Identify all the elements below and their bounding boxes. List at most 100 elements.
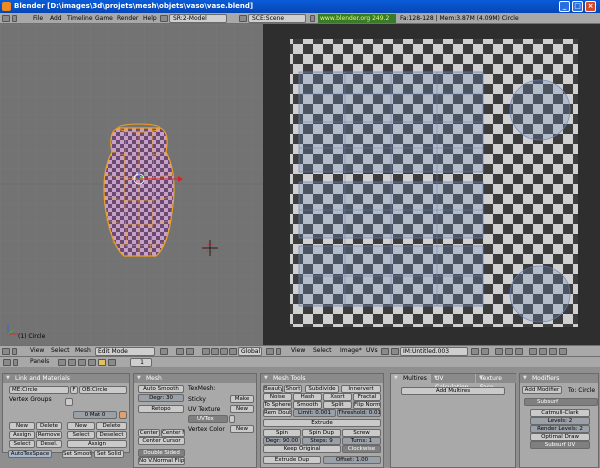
to-sphere-button[interactable]: To Sphere	[263, 401, 292, 409]
subsurf-uv-toggle[interactable]: Subsurf UV	[530, 441, 590, 449]
hash-button[interactable]: Hash	[293, 393, 322, 401]
short-toggle[interactable]: Short	[284, 385, 302, 393]
subsurf-modifier-header[interactable]: Subsurf	[524, 398, 598, 406]
draw-type-icon[interactable]	[160, 348, 168, 355]
material-delete-button[interactable]: Delete	[96, 422, 127, 430]
uvtex-layer[interactable]: UVTex	[188, 415, 228, 423]
rem-double-button[interactable]: Rem Double	[263, 409, 292, 417]
screen-selector[interactable]: SR:2-Model	[169, 14, 227, 23]
vgroup-assign-button[interactable]: Assign	[9, 431, 35, 439]
scene-selector[interactable]: SCE:Scene	[248, 14, 306, 23]
xsort-button[interactable]: Xsort	[323, 393, 352, 401]
extrude-dup-button[interactable]: Extrude Dup	[263, 456, 321, 464]
uv-texture-new-button[interactable]: New	[230, 405, 254, 413]
menu-timeline[interactable]: Timeline	[67, 13, 93, 24]
subdivision-type-selector[interactable]: Catmull-Clark	[530, 409, 590, 417]
optimal-draw-toggle[interactable]: Optimal Draw	[530, 433, 590, 441]
steps-field[interactable]: Steps: 9	[302, 437, 341, 445]
spin-button[interactable]: Spin	[263, 429, 301, 437]
threshold-field[interactable]: Threshold: 0.010	[337, 409, 381, 417]
image-browse-icon[interactable]	[391, 348, 399, 355]
pivot-icon[interactable]	[176, 348, 184, 355]
vgroup-remove-button[interactable]: Remove	[36, 431, 62, 439]
snap-icon[interactable]	[539, 348, 547, 355]
spin-degr-field[interactable]: Degr: 90.00	[263, 437, 301, 445]
set-solid-button[interactable]: Set Solid	[94, 450, 124, 458]
3d-menu-select[interactable]: Select	[51, 346, 70, 356]
mesh-name-field[interactable]: ME:Circle	[9, 386, 69, 394]
uv-image-editor[interactable]	[263, 24, 600, 345]
image-close-icon[interactable]	[471, 348, 479, 355]
autotexspace-toggle[interactable]: AutoTexSpace	[8, 450, 52, 458]
flip-normals-button[interactable]: Flip Normals	[353, 401, 381, 409]
rotate-icon[interactable]	[220, 348, 228, 355]
uv-menu-view[interactable]: View	[291, 346, 305, 356]
uv-menu-select[interactable]: Select	[313, 346, 332, 356]
material-select-button[interactable]: Select	[67, 431, 95, 439]
scene-context-icon[interactable]	[108, 359, 116, 366]
add-modifier-button[interactable]: Add Modifier	[522, 386, 562, 394]
shading-context-icon[interactable]	[78, 359, 86, 366]
double-sided-toggle[interactable]: Double Sided	[138, 449, 185, 457]
editing-context-icon[interactable]	[98, 359, 106, 366]
3d-menu-view[interactable]: View	[30, 346, 44, 356]
maximize-button[interactable]: □	[572, 1, 583, 12]
uv-header-collapse-icon[interactable]	[276, 348, 281, 355]
editor-type-3d-icon[interactable]	[2, 348, 10, 355]
uv-calculation-tab[interactable]: UV Calculation	[431, 374, 475, 391]
material-color-swatch[interactable]	[119, 411, 127, 419]
buttons-collapse-icon[interactable]	[13, 359, 18, 366]
noise-button[interactable]: Noise	[263, 393, 292, 401]
sticky-make-button[interactable]: Make	[230, 395, 254, 403]
material-assign-button[interactable]: Assign	[67, 440, 127, 448]
extrude-button[interactable]: Extrude	[263, 419, 381, 427]
proportional-icon[interactable]	[549, 348, 557, 355]
auto-smooth-toggle[interactable]: Auto Smooth	[138, 385, 184, 393]
material-new-button[interactable]: New	[67, 422, 95, 430]
innervert-button[interactable]: Innervert	[341, 385, 381, 393]
editor-type-buttons-icon[interactable]	[3, 359, 11, 366]
object-context-icon[interactable]	[88, 359, 96, 366]
split-button[interactable]: Split	[323, 401, 352, 409]
spin-dup-button[interactable]: Spin Dup	[302, 429, 341, 437]
scene-browse-icon[interactable]	[239, 15, 247, 22]
collapse-menu-icon[interactable]	[12, 15, 17, 22]
retopo-toggle[interactable]: Retopo	[138, 405, 184, 413]
clockwise-toggle[interactable]: Clockwise	[342, 445, 381, 453]
menu-render[interactable]: Render	[117, 13, 138, 24]
object-name-field[interactable]: OB:Circle	[79, 386, 127, 394]
texture-face-tab[interactable]: Texture Face	[476, 374, 516, 391]
fake-user-toggle[interactable]: F	[70, 386, 78, 394]
uv-menu-image[interactable]: Image*	[340, 346, 362, 356]
turns-field[interactable]: Turns: 1	[342, 437, 381, 445]
add-multires-button[interactable]: Add Multires	[401, 387, 505, 395]
draw-alpha-icon[interactable]	[505, 348, 513, 355]
3d-viewport[interactable]: (1) Circle	[0, 24, 263, 345]
editor-type-uv-icon[interactable]	[266, 348, 274, 355]
script-context-icon[interactable]	[68, 359, 76, 366]
no-vnormal-flip-toggle[interactable]: No V.Normal Flip	[138, 457, 185, 465]
menu-file[interactable]: File	[33, 13, 43, 24]
multires-tab[interactable]: Multires	[391, 374, 429, 383]
menu-game[interactable]: Game	[95, 13, 113, 24]
minimize-button[interactable]: _	[559, 1, 570, 12]
image-pin-icon[interactable]	[481, 348, 489, 355]
offset-field[interactable]: Offset: 1.00	[323, 456, 381, 464]
levels-field[interactable]: Levels: 2	[530, 417, 590, 425]
vertex-group-browse-icon[interactable]	[65, 398, 73, 406]
set-smooth-button[interactable]: Set Smooth	[62, 450, 92, 458]
lock-icon[interactable]	[495, 348, 503, 355]
limit-field[interactable]: Limit: 0.001	[293, 409, 336, 417]
3d-menu-mesh[interactable]: Mesh	[75, 346, 91, 356]
beauty-toggle[interactable]: Beauty	[263, 385, 283, 393]
vgroup-deselect-button[interactable]: Desel.	[36, 440, 62, 448]
material-deselect-button[interactable]: Deselect	[96, 431, 127, 439]
mode-selector[interactable]: Edit Mode	[95, 347, 155, 356]
view-z-icon[interactable]	[515, 348, 523, 355]
vgroup-delete-button[interactable]: Delete	[36, 422, 62, 430]
uv-lock-icon[interactable]	[559, 348, 567, 355]
panels-menu[interactable]: Panels	[30, 357, 49, 367]
render-levels-field[interactable]: Render Levels: 2	[530, 425, 590, 433]
subdivide-button[interactable]: Subdivide	[305, 385, 339, 393]
logic-context-icon[interactable]	[58, 359, 66, 366]
